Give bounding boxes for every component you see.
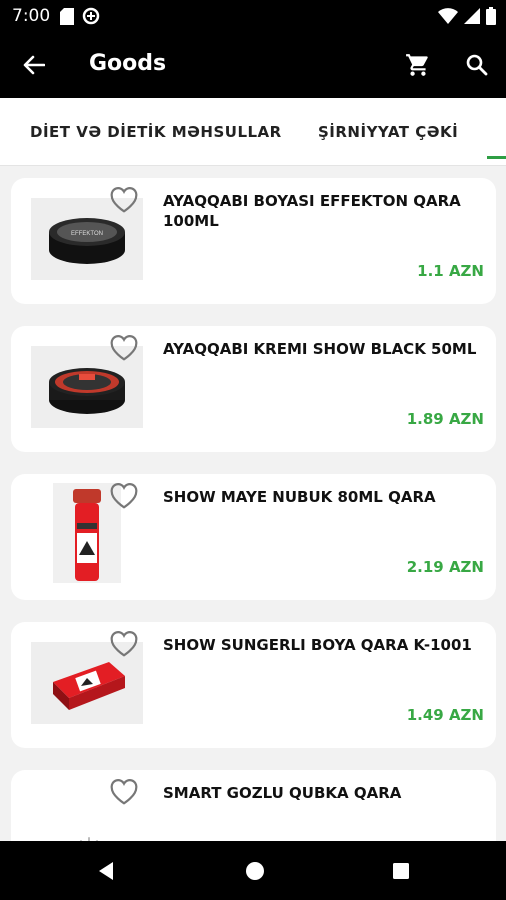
product-card[interactable]: EFFEKTON AYAQQABI BOYASI EFFEKTON QARA 1… (11, 178, 496, 304)
nav-back-icon[interactable] (94, 859, 118, 883)
product-card[interactable]: SHOW MAYE NUBUK 80ML QARA 2.19 AZN (11, 474, 496, 600)
page-title: Goods (89, 51, 167, 76)
status-bar: 7:00 (0, 0, 506, 32)
product-price: 2.19 AZN (406, 558, 484, 576)
favorite-heart-icon[interactable] (107, 628, 141, 658)
favorite-heart-icon[interactable] (107, 480, 141, 510)
product-price: 1.89 AZN (406, 410, 484, 428)
product-card[interactable]: SHOW SUNGERLI BOYA QARA K-1001 1.49 AZN (11, 622, 496, 748)
search-icon (466, 54, 488, 76)
product-price: 1.49 AZN (406, 706, 484, 724)
wifi-icon (438, 8, 458, 24)
cart-icon (406, 54, 428, 76)
product-title: AYAQQABI KREMI SHOW BLACK 50ML (163, 340, 477, 358)
category-tabs: DİET VƏ DİETİK MƏHSULLAR ŞİRNİYYAT ÇƏKİ (0, 98, 506, 166)
data-saver-icon (82, 7, 100, 25)
product-list[interactable]: EFFEKTON AYAQQABI BOYASI EFFEKTON QARA 1… (0, 166, 506, 841)
battery-icon (486, 7, 496, 25)
status-time: 7:00 (12, 6, 51, 26)
app-bar: Goods (0, 32, 506, 98)
favorite-heart-icon[interactable] (107, 776, 141, 806)
product-card[interactable]: AYAQQABI KREMI SHOW BLACK 50ML 1.89 AZN (11, 326, 496, 452)
product-title: SHOW MAYE NUBUK 80ML QARA (163, 488, 436, 506)
cart-button[interactable] (398, 47, 438, 83)
favorite-heart-icon[interactable] (107, 332, 141, 362)
product-title: AYAQQABI BOYASI EFFEKTON QARA 100ML (163, 192, 461, 230)
product-price: 1.1 AZN (417, 262, 484, 280)
nav-home-icon[interactable] (243, 859, 267, 883)
product-title: SHOW SUNGERLI BOYA QARA K-1001 (163, 636, 472, 654)
tab-diet-products[interactable]: DİET VƏ DİETİK MƏHSULLAR (30, 98, 282, 166)
tab-confectionery-weight[interactable]: ŞİRNİYYAT ÇƏKİ (318, 98, 458, 166)
svg-text:EFFEKTON: EFFEKTON (71, 231, 103, 237)
nav-recents-icon[interactable] (389, 859, 413, 883)
signal-icon (464, 8, 480, 24)
product-card[interactable]: SMART GOZLU QUBKA QARA (11, 770, 496, 841)
tab-indicator (487, 156, 506, 159)
system-nav-bar (0, 841, 506, 900)
back-arrow-icon (23, 55, 45, 75)
product-title: SMART GOZLU QUBKA QARA (163, 784, 402, 802)
back-button[interactable] (14, 47, 54, 83)
favorite-heart-icon[interactable] (107, 184, 141, 214)
sd-card-icon (60, 7, 74, 25)
search-button[interactable] (457, 47, 497, 83)
